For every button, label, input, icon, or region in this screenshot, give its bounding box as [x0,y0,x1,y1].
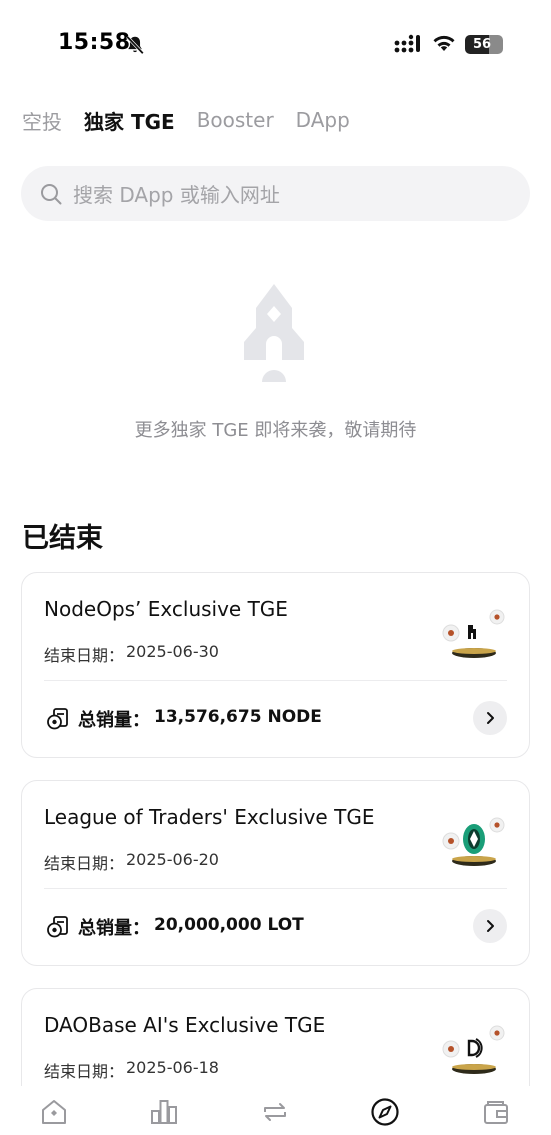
sales-value: 13,576,675 NODE [154,707,322,727]
bottom-nav [0,1086,551,1135]
tab-exclusive-tge[interactable]: 独家 TGE [84,106,175,135]
search-placeholder: 搜索 DApp 或输入网址 [73,183,280,207]
card-title: League of Traders' Exclusive TGE [44,805,375,829]
league-of-traders-logo [442,817,505,866]
sales-label: 总销量： [78,918,150,939]
empty-state-text: 更多独家 TGE 即将来袭，敬请期待 [134,420,417,441]
wifi-icon [433,35,455,51]
search-icon [41,183,62,204]
bell-slash-icon [126,35,144,55]
discover-icon[interactable] [369,1096,401,1128]
wallet-icon[interactable] [480,1096,512,1128]
end-date: 2025-06-18 [126,1058,219,1077]
market-icon[interactable] [148,1096,180,1128]
tab-booster[interactable]: Booster [197,108,274,132]
end-date-label: 结束日期： [44,854,125,873]
rocket-icon [244,284,304,382]
chevron-right-icon [487,712,494,724]
card-title: NodeOps’ Exclusive TGE [44,597,288,621]
search-input[interactable]: 搜索 DApp 或输入网址 [21,166,530,221]
tge-card-league-of-traders[interactable]: League of Traders' Exclusive TGE 结束日期： 2… [21,780,530,966]
tge-card-nodeops[interactable]: NodeOps’ Exclusive TGE 结束日期： 2025-06-30 … [21,572,530,758]
sales-volume-icon [47,708,68,730]
battery-icon: 56 [465,35,503,54]
signal-icon [394,34,420,53]
status-bar: 15:58 56 [0,0,551,90]
chevron-right-button[interactable] [473,909,507,943]
daobase-logo [442,1025,505,1074]
sales-value: 20,000,000 LOT [154,915,304,935]
sales-volume-icon [47,916,68,938]
nodeops-logo [442,609,505,658]
chevron-right-icon [487,920,494,932]
card-title: DAOBase AI's Exclusive TGE [44,1013,326,1037]
sales-label: 总销量： [78,710,150,731]
top-tabs: 空投 独家 TGE Booster DApp [22,104,350,136]
end-date: 2025-06-30 [126,642,219,661]
tab-airdrop[interactable]: 空投 [22,106,62,135]
trade-icon[interactable] [259,1096,291,1128]
end-date-label: 结束日期： [44,646,125,665]
end-date: 2025-06-20 [126,850,219,869]
chevron-right-button[interactable] [473,701,507,735]
card-divider [44,888,507,889]
tab-dapp[interactable]: DApp [296,108,350,132]
end-date-label: 结束日期： [44,1062,125,1081]
home-icon[interactable] [38,1096,70,1128]
battery-level: 56 [472,37,492,52]
card-divider [44,680,507,681]
section-title-ended: 已结束 [22,523,103,554]
status-time: 15:58 [58,30,131,55]
